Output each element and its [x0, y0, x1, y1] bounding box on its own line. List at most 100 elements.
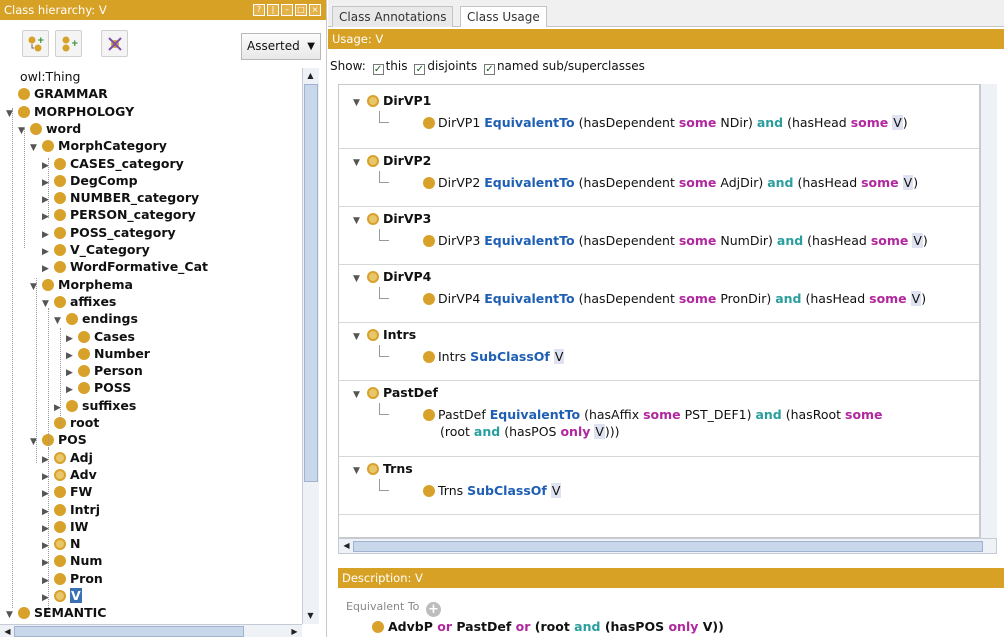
- class-icon: [78, 365, 90, 378]
- tree-node[interactable]: ▶ Adj: [42, 449, 93, 466]
- add-sibling-button[interactable]: +: [55, 30, 82, 57]
- keyword: EquivalentTo: [489, 407, 581, 422]
- class-tree-vertical-scrollbar[interactable]: ▲ ▼: [302, 68, 319, 624]
- pin-icon[interactable]: |: [267, 4, 279, 16]
- tree-node[interactable]: ▶ Cases: [66, 328, 135, 345]
- tree-node[interactable]: ▶ WordFormative_Cat: [42, 258, 208, 275]
- tree-guide-line: [36, 278, 37, 463]
- tree-node[interactable]: ▶ POSS: [66, 379, 131, 396]
- tree-node[interactable]: owl:Thing: [20, 68, 80, 85]
- tree-node[interactable]: ▼ Morphema: [30, 276, 133, 293]
- keyword: some: [678, 175, 717, 190]
- usage-axiom[interactable]: DirVP2 EquivalentTo (hasDependent some A…: [423, 174, 918, 191]
- usage-frame-header[interactable]: ▼ DirVP2: [353, 153, 431, 169]
- tree-node[interactable]: ▼ word: [18, 120, 81, 137]
- tree-node[interactable]: ▶ CASES_category: [42, 155, 184, 172]
- usage-axiom[interactable]: DirVP1 EquivalentTo (hasDependent some N…: [423, 114, 908, 131]
- disjoints-checkbox[interactable]: ✓: [414, 64, 426, 75]
- usage-frame-header[interactable]: ▼ DirVP3: [353, 211, 431, 227]
- scroll-up-arrow-icon[interactable]: ▲: [303, 69, 318, 83]
- usage-axiom[interactable]: Trns SubClassOf V: [423, 482, 562, 499]
- tab-class-annotations[interactable]: Class Annotations: [332, 6, 454, 27]
- scroll-down-arrow-icon[interactable]: ▼: [303, 609, 318, 623]
- tree-node[interactable]: GRAMMAR: [6, 85, 108, 102]
- tree-node[interactable]: ▶ Num: [42, 552, 102, 569]
- tree-node-label: Person: [94, 363, 143, 379]
- scroll-left-arrow-icon[interactable]: ◀: [339, 539, 354, 553]
- expression-text: PastDef: [438, 407, 490, 422]
- collapse-triangle-icon[interactable]: ▼: [353, 463, 367, 479]
- usage-frame: ▼ DirVP2 DirVP2 EquivalentTo (hasDependent…: [339, 149, 979, 207]
- collapse-triangle-icon[interactable]: ▼: [353, 213, 367, 229]
- collapse-triangle-icon[interactable]: ▼: [353, 155, 367, 171]
- tree-node-label: FW: [70, 484, 93, 500]
- tree-node[interactable]: ▶ Intrj: [42, 501, 100, 518]
- tree-node[interactable]: ▶ Adv: [42, 466, 97, 483]
- show-options: Show: ✓ this ✓ disjoints ✓ named sub/superc…: [330, 57, 645, 75]
- tree-node[interactable]: ▼ SEMANTIC: [6, 604, 106, 621]
- named-sub-superclasses-checkbox[interactable]: ✓: [483, 64, 495, 75]
- usage-frame-header[interactable]: ▼ DirVP1: [353, 93, 431, 109]
- tree-guide-line: [24, 128, 25, 248]
- tree-node[interactable]: ▶ PERSON_category: [42, 206, 196, 223]
- collapse-triangle-icon[interactable]: ▼: [30, 140, 42, 157]
- tree-node-label: Morphema: [58, 276, 133, 292]
- tree-node[interactable]: ▶ POSS_category: [42, 224, 176, 241]
- usage-frame-header[interactable]: ▼ Trns: [353, 461, 413, 477]
- usage-horizontal-scrollbar[interactable]: ◀: [338, 538, 997, 554]
- usage-frame-header[interactable]: ▼ PastDef: [353, 385, 438, 401]
- tree-guide-line: [379, 171, 389, 183]
- minimize-icon[interactable]: –: [281, 4, 293, 16]
- usage-axiom[interactable]: PastDef EquivalentTo (hasAffix some PST_…: [423, 406, 883, 440]
- delete-class-button[interactable]: [101, 30, 128, 57]
- tree-node[interactable]: ▼ MORPHOLOGY: [6, 103, 134, 120]
- scroll-thumb[interactable]: [14, 626, 244, 637]
- tree-node[interactable]: root: [42, 414, 99, 431]
- usage-axiom[interactable]: DirVP3 EquivalentTo (hasDependent some N…: [423, 232, 928, 249]
- tree-node[interactable]: ▶ NUMBER_category: [42, 189, 199, 206]
- tab-class-usage[interactable]: Class Usage: [460, 6, 547, 27]
- usage-axiom[interactable]: Intrs SubClassOf V: [423, 348, 565, 365]
- tree-node[interactable]: ▼ MorphCategory: [30, 137, 167, 154]
- tree-node[interactable]: ▶ V_Category: [42, 241, 150, 258]
- usage-axiom[interactable]: DirVP4 EquivalentTo (hasDependent some P…: [423, 290, 926, 307]
- usage-frame-header[interactable]: ▼ Intrs: [353, 327, 416, 343]
- tree-node[interactable]: ▶ Person: [66, 362, 143, 379]
- equivalent-to-expression[interactable]: AdvbP or PastDef or (root and (hasPOS on…: [372, 619, 724, 634]
- class-icon: [367, 213, 379, 225]
- asserted-inferred-select[interactable]: Asserted ▼: [241, 33, 321, 60]
- help-icon[interactable]: ?: [253, 4, 265, 16]
- axiom-icon: [423, 117, 435, 129]
- tree-node[interactable]: ▶ suffixes: [54, 397, 136, 414]
- tree-node[interactable]: ▶ FW: [42, 483, 92, 500]
- collapse-triangle-icon[interactable]: ▼: [6, 607, 18, 624]
- add-subclass-button[interactable]: +: [22, 30, 49, 57]
- scroll-thumb[interactable]: [353, 541, 983, 552]
- tree-node[interactable]: ▶ Number: [66, 345, 150, 362]
- collapse-triangle-icon[interactable]: ▼: [353, 271, 367, 287]
- add-equivalent-icon[interactable]: +: [425, 602, 441, 617]
- tree-node[interactable]: ▶ DegComp: [42, 172, 138, 189]
- collapse-triangle-icon[interactable]: ▼: [353, 329, 367, 345]
- tree-node-label: Adv: [70, 466, 97, 482]
- usage-vertical-scrollbar[interactable]: [980, 84, 997, 538]
- this-checkbox[interactable]: ✓: [372, 64, 384, 75]
- class-icon: [54, 486, 66, 499]
- close-icon[interactable]: ×: [309, 4, 321, 16]
- description-title-bar: Description: V: [338, 568, 1004, 588]
- tree-node[interactable]: ▶ Pron: [42, 570, 103, 587]
- collapse-triangle-icon[interactable]: ▼: [353, 95, 367, 111]
- tree-node-label: N: [70, 536, 81, 552]
- tree-node[interactable]: ▼ endings: [54, 310, 138, 327]
- scroll-right-arrow-icon[interactable]: ▶: [287, 625, 302, 637]
- scroll-left-arrow-icon[interactable]: ◀: [0, 625, 15, 637]
- tree-node[interactable]: ▼ affixes: [42, 293, 116, 310]
- usage-frame-header[interactable]: ▼ DirVP4: [353, 269, 431, 285]
- keyword: and: [473, 424, 501, 439]
- tree-node[interactable]: ▼ POS: [30, 431, 87, 448]
- collapse-triangle-icon[interactable]: ▼: [353, 387, 367, 403]
- maximize-icon[interactable]: □: [295, 4, 307, 16]
- scroll-thumb[interactable]: [304, 84, 318, 482]
- class-tree-horizontal-scrollbar[interactable]: ◀ ▶: [0, 624, 302, 637]
- class-hierarchy-toolbar: + + Asserted ▼: [0, 26, 326, 66]
